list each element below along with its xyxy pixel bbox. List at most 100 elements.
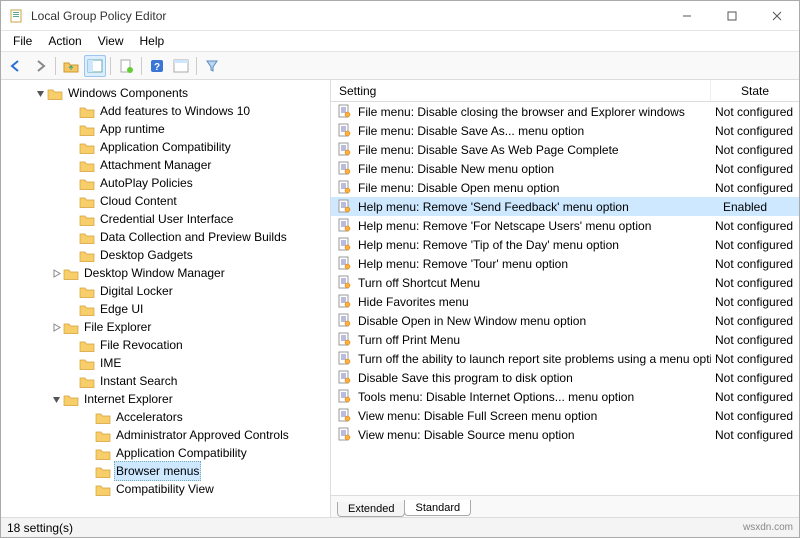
tree-item[interactable]: Accelerators (1, 408, 330, 426)
setting-row[interactable]: File menu: Disable Open menu optionNot c… (331, 178, 799, 197)
tree-item-label: File Explorer (82, 318, 153, 336)
setting-row[interactable]: View menu: Disable Source menu optionNot… (331, 425, 799, 444)
chevron-down-icon[interactable] (33, 89, 47, 98)
back-button[interactable] (5, 55, 27, 77)
setting-row[interactable]: Tools menu: Disable Internet Options... … (331, 387, 799, 406)
up-folder-button[interactable] (60, 55, 82, 77)
chevron-down-icon[interactable] (49, 395, 63, 404)
setting-state: Not configured (711, 333, 799, 347)
tree-item[interactable]: Attachment Manager (1, 156, 330, 174)
folder-icon (79, 140, 95, 154)
chevron-right-icon[interactable] (49, 269, 63, 278)
minimize-button[interactable] (664, 1, 709, 30)
column-header-setting[interactable]: Setting (331, 80, 711, 101)
titlebar[interactable]: Local Group Policy Editor (1, 1, 799, 31)
tree-item[interactable]: Application Compatibility (1, 138, 330, 156)
tree-item[interactable]: Application Compatibility (1, 444, 330, 462)
setting-row[interactable]: Help menu: Remove 'Tip of the Day' menu … (331, 235, 799, 254)
tree-item-label: Accelerators (114, 408, 185, 426)
setting-state: Not configured (711, 428, 799, 442)
tree-item[interactable]: Add features to Windows 10 (1, 102, 330, 120)
tree-item[interactable]: App runtime (1, 120, 330, 138)
maximize-button[interactable] (709, 1, 754, 30)
tree-item-label: Instant Search (98, 372, 179, 390)
properties-button[interactable] (115, 55, 137, 77)
tree-item-label: Desktop Window Manager (82, 264, 227, 282)
folder-icon (95, 464, 111, 478)
show-tree-button[interactable] (84, 55, 106, 77)
help-button[interactable]: ? (146, 55, 168, 77)
setting-row[interactable]: Disable Save this program to disk option… (331, 368, 799, 387)
menu-file[interactable]: File (5, 32, 40, 50)
tree-item[interactable]: Credential User Interface (1, 210, 330, 228)
tree-item[interactable]: Windows Components (1, 84, 330, 102)
setting-state: Not configured (711, 219, 799, 233)
tree-item[interactable]: IME (1, 354, 330, 372)
close-button[interactable] (754, 1, 799, 30)
folder-icon (79, 158, 95, 172)
setting-name-cell: File menu: Disable New menu option (331, 161, 711, 177)
tree-item[interactable]: Browser menus (1, 462, 330, 480)
forward-button[interactable] (29, 55, 51, 77)
setting-row[interactable]: Turn off Print MenuNot configured (331, 330, 799, 349)
setting-row[interactable]: Help menu: Remove 'Tour' menu optionNot … (331, 254, 799, 273)
gpedit-window: Local Group Policy Editor File Action Vi… (0, 0, 800, 538)
tree-item[interactable]: Desktop Window Manager (1, 264, 330, 282)
tree-item[interactable]: File Explorer (1, 318, 330, 336)
svg-text:?: ? (154, 62, 160, 73)
tree-item-label: Browser menus (114, 461, 201, 481)
setting-row[interactable]: File menu: Disable Save As Web Page Comp… (331, 140, 799, 159)
setting-row[interactable]: File menu: Disable Save As... menu optio… (331, 121, 799, 140)
tree-item[interactable]: Data Collection and Preview Builds (1, 228, 330, 246)
tab-standard[interactable]: Standard (404, 500, 471, 516)
setting-state: Not configured (711, 124, 799, 138)
setting-row[interactable]: Help menu: Remove 'Send Feedback' menu o… (331, 197, 799, 216)
tree-item[interactable]: Edge UI (1, 300, 330, 318)
policy-icon (337, 275, 353, 291)
setting-row[interactable]: Hide Favorites menuNot configured (331, 292, 799, 311)
setting-name: Help menu: Remove 'Send Feedback' menu o… (358, 200, 629, 214)
policy-icon (337, 370, 353, 386)
setting-name: Turn off the ability to launch report si… (358, 352, 711, 366)
policy-icon (337, 237, 353, 253)
tree-item[interactable]: Digital Locker (1, 282, 330, 300)
status-text: 18 setting(s) (7, 521, 73, 535)
policy-icon (337, 427, 353, 443)
tree-pane[interactable]: Windows ComponentsAdd features to Window… (1, 80, 331, 517)
tree-item[interactable]: Cloud Content (1, 192, 330, 210)
tree-item[interactable]: Instant Search (1, 372, 330, 390)
tree-item-label: Credential User Interface (98, 210, 235, 228)
setting-name: File menu: Disable Save As... menu optio… (358, 124, 584, 138)
setting-row[interactable]: Turn off the ability to launch report si… (331, 349, 799, 368)
menu-view[interactable]: View (90, 32, 132, 50)
setting-row[interactable]: View menu: Disable Full Screen menu opti… (331, 406, 799, 425)
setting-row[interactable]: File menu: Disable closing the browser a… (331, 102, 799, 121)
tree-item[interactable]: AutoPlay Policies (1, 174, 330, 192)
tree-item-label: Add features to Windows 10 (98, 102, 252, 120)
policy-icon (337, 332, 353, 348)
policy-icon (337, 389, 353, 405)
setting-row[interactable]: Turn off Shortcut MenuNot configured (331, 273, 799, 292)
menu-help[interactable]: Help (132, 32, 173, 50)
setting-row[interactable]: File menu: Disable New menu optionNot co… (331, 159, 799, 178)
tree-item[interactable]: Compatibility View (1, 480, 330, 498)
tree-item-label: Digital Locker (98, 282, 175, 300)
setting-row[interactable]: Disable Open in New Window menu optionNo… (331, 311, 799, 330)
setting-name: File menu: Disable Save As Web Page Comp… (358, 143, 619, 157)
tree-item[interactable]: File Revocation (1, 336, 330, 354)
setting-state: Not configured (711, 162, 799, 176)
setting-name: Turn off Shortcut Menu (358, 276, 480, 290)
setting-row[interactable]: Help menu: Remove 'For Netscape Users' m… (331, 216, 799, 235)
menu-action[interactable]: Action (40, 32, 89, 50)
options-button[interactable] (170, 55, 192, 77)
settings-list[interactable]: File menu: Disable closing the browser a… (331, 102, 799, 495)
setting-name-cell: File menu: Disable Save As... menu optio… (331, 123, 711, 139)
tree-item[interactable]: Desktop Gadgets (1, 246, 330, 264)
setting-name: Disable Open in New Window menu option (358, 314, 586, 328)
chevron-right-icon[interactable] (49, 323, 63, 332)
filter-button[interactable] (201, 55, 223, 77)
tab-extended[interactable]: Extended (337, 502, 405, 517)
tree-item[interactable]: Internet Explorer (1, 390, 330, 408)
tree-item[interactable]: Administrator Approved Controls (1, 426, 330, 444)
column-header-state[interactable]: State (711, 80, 799, 101)
